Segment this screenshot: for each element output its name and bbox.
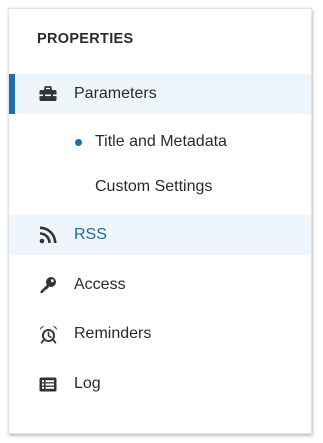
sub-item-label: Custom Settings — [95, 178, 213, 195]
key-icon — [38, 275, 58, 295]
properties-panel: PROPERTIES Parameters Title and Metadata… — [8, 8, 312, 434]
nav-item-label: Log — [74, 375, 101, 392]
panel-heading: PROPERTIES — [37, 31, 134, 47]
nav-item-log[interactable]: Log — [9, 364, 311, 404]
nav-item-label: Reminders — [74, 325, 152, 342]
nav-item-parameters[interactable]: Parameters — [9, 74, 311, 114]
toolbox-icon — [38, 84, 58, 104]
nav-item-rss[interactable]: RSS — [9, 215, 311, 255]
nav-item-label: Parameters — [74, 85, 157, 102]
nav-item-label: RSS — [74, 226, 107, 243]
list-icon — [38, 374, 58, 394]
selected-dot-icon — [75, 138, 82, 146]
active-indicator-bar — [9, 74, 15, 114]
sub-item-title-metadata[interactable]: Title and Metadata — [9, 124, 311, 160]
sub-item-custom-settings[interactable]: Custom Settings — [9, 169, 311, 205]
nav-item-reminders[interactable]: Reminders — [9, 314, 311, 354]
nav-item-access[interactable]: Access — [9, 265, 311, 305]
nav-item-label: Access — [74, 276, 126, 293]
alarm-clock-icon — [38, 324, 58, 344]
rss-icon — [38, 225, 58, 245]
sub-item-label: Title and Metadata — [95, 133, 227, 150]
